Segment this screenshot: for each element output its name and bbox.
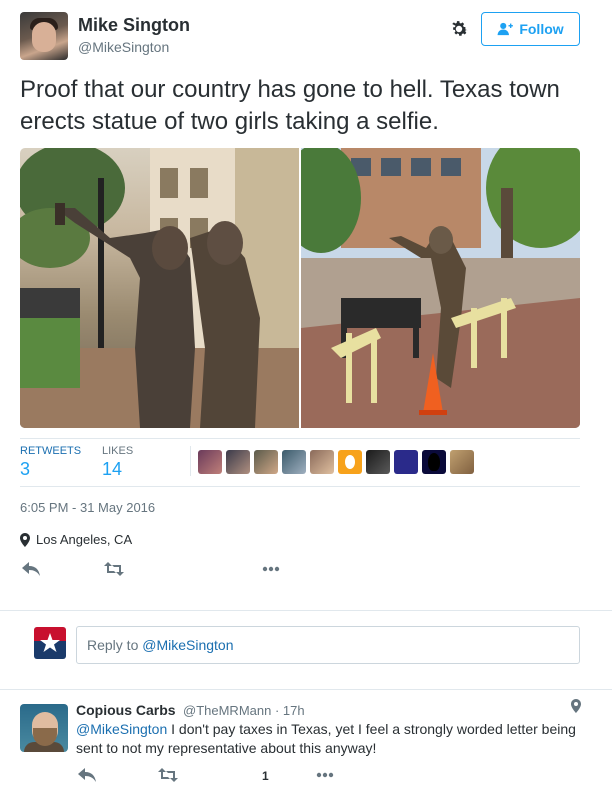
reply-author-meta[interactable]: @TheMRMann · 17h	[183, 703, 305, 718]
more-icon[interactable]	[316, 766, 334, 784]
reply-retweet-count: 1	[262, 769, 269, 783]
liker-avatar[interactable]	[366, 450, 390, 474]
liker-avatar[interactable]	[394, 450, 418, 474]
divider	[190, 446, 191, 476]
divider	[20, 438, 580, 439]
liker-avatar[interactable]	[422, 450, 446, 474]
liker-avatar[interactable]	[450, 450, 474, 474]
more-icon[interactable]	[262, 560, 280, 578]
add-user-icon	[497, 22, 514, 36]
tweet-location[interactable]: Los Angeles, CA	[20, 532, 132, 547]
reply-input[interactable]: Reply to @MikeSington	[76, 626, 580, 664]
reply-text: @MikeSington I don't pay taxes in Texas,…	[76, 720, 576, 758]
liker-avatar[interactable]	[310, 450, 334, 474]
reply-icon[interactable]	[22, 560, 40, 578]
likes-count[interactable]: 14	[102, 459, 122, 480]
location-pin-icon	[20, 532, 30, 547]
retweet-icon[interactable]	[158, 766, 178, 784]
tweet-text: Proof that our country has gone to hell.…	[20, 76, 560, 135]
tweet-photo-right[interactable]	[301, 148, 580, 428]
author-display-name[interactable]: Mike Sington	[78, 15, 190, 36]
location-label: Los Angeles, CA	[36, 532, 133, 547]
liker-avatar[interactable]	[198, 450, 222, 474]
reply-author-name[interactable]: Copious Carbs	[76, 702, 176, 718]
reply-text-mention[interactable]: @MikeSington	[76, 721, 167, 737]
likers-list	[198, 450, 474, 474]
current-user-avatar	[34, 627, 66, 659]
gear-icon[interactable]	[448, 18, 470, 40]
location-pin-icon[interactable]	[571, 699, 581, 718]
retweet-icon[interactable]	[104, 560, 124, 578]
retweets-count[interactable]: 3	[20, 459, 30, 480]
liker-avatar[interactable]	[226, 450, 250, 474]
liker-avatar[interactable]	[338, 450, 362, 474]
liker-avatar[interactable]	[254, 450, 278, 474]
likes-label[interactable]: LIKES	[102, 445, 133, 457]
reply-author-avatar[interactable]	[20, 704, 68, 752]
tweet-timestamp[interactable]: 6:05 PM - 31 May 2016	[20, 500, 155, 515]
retweets-label[interactable]: RETWEETS	[20, 445, 81, 457]
author-handle[interactable]: @MikeSington	[78, 39, 169, 55]
liker-avatar[interactable]	[282, 450, 306, 474]
author-avatar[interactable]	[20, 12, 68, 60]
divider	[0, 689, 612, 690]
reply-actions: 1	[76, 766, 376, 784]
tweet-actions	[20, 560, 320, 580]
reply-placeholder: Reply to	[87, 637, 143, 653]
follow-label: Follow	[519, 21, 564, 37]
tweet-photo-left[interactable]	[20, 148, 299, 428]
reply-icon[interactable]	[78, 766, 96, 784]
follow-button[interactable]: Follow	[481, 12, 580, 46]
reply-mention: @MikeSington	[142, 637, 234, 653]
divider	[20, 486, 580, 487]
